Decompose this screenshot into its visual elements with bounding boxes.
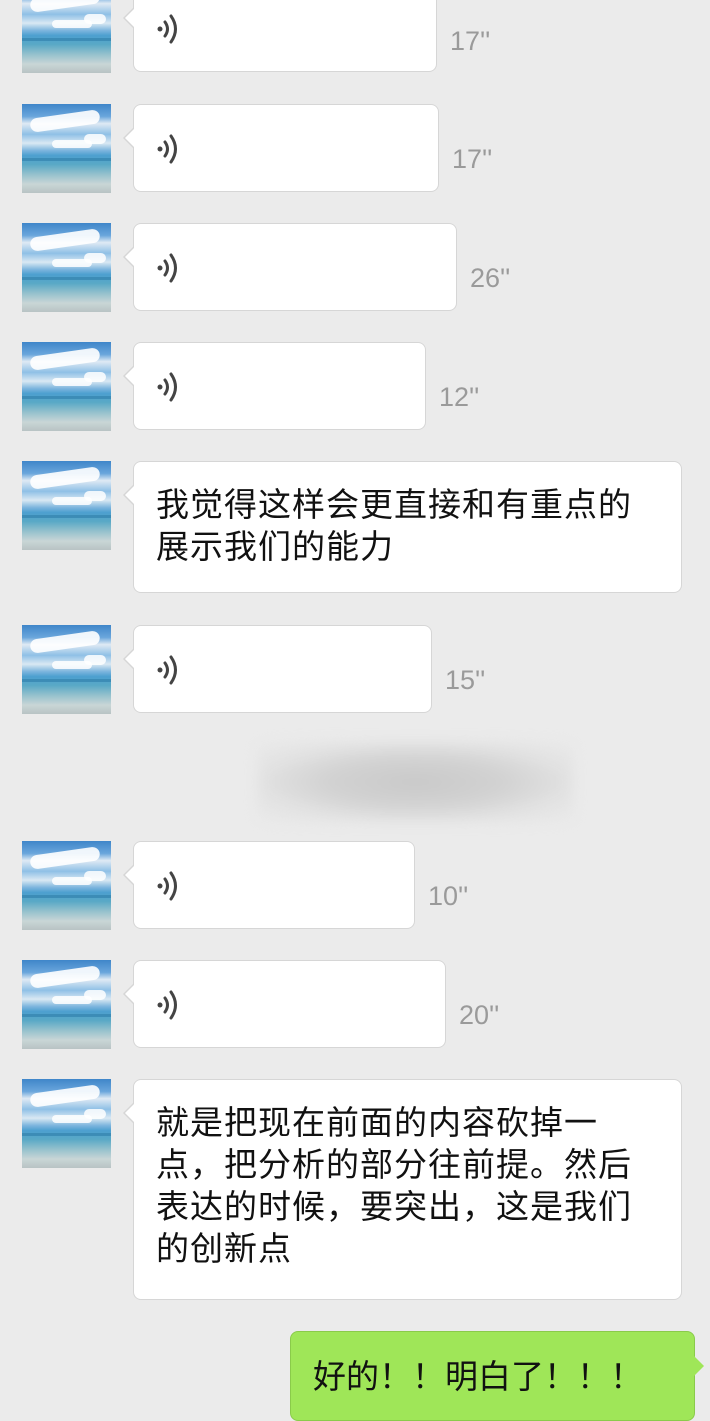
message-line: 我觉得这样会更直接和有重点的 [156, 485, 632, 524]
avatar[interactable] [22, 625, 111, 714]
voice-message-bubble[interactable] [123, 0, 437, 72]
voice-wave-icon [157, 372, 177, 402]
voice-wave-icon [157, 134, 177, 164]
message-line: 展示我们的能力 [156, 527, 394, 566]
voice-message-bubble[interactable] [123, 104, 439, 192]
avatar[interactable] [22, 0, 111, 73]
voice-duration: 15'' [445, 665, 486, 695]
avatar[interactable] [22, 104, 111, 193]
avatar[interactable] [22, 1079, 111, 1168]
voice-wave-icon [157, 14, 177, 44]
voice-wave-icon [157, 655, 177, 685]
voice-message-bubble[interactable] [123, 342, 426, 430]
redacted-blur [258, 742, 573, 822]
message-text: 我觉得这样会更直接和有重点的 展示我们的能力 [134, 462, 681, 568]
avatar[interactable] [22, 342, 111, 431]
avatar[interactable] [22, 461, 111, 550]
voice-duration: 12'' [439, 382, 480, 412]
text-message-bubble[interactable]: 就是把现在前面的内容砍掉一 点，把分析的部分往前提。然后 表达的时候，要突出，这… [123, 1079, 682, 1300]
message-line: 就是把现在前面的内容砍掉一 [156, 1103, 598, 1142]
voice-wave-icon [157, 871, 177, 901]
voice-message-bubble[interactable] [123, 223, 457, 311]
voice-duration: 26'' [470, 263, 511, 293]
voice-wave-icon [157, 253, 177, 283]
message-line: 点，把分析的部分往前提。然后 [156, 1145, 632, 1184]
message-text: 就是把现在前面的内容砍掉一 点，把分析的部分往前提。然后 表达的时候，要突出，这… [134, 1080, 681, 1270]
voice-message-bubble[interactable] [123, 841, 415, 929]
voice-duration: 17'' [452, 144, 493, 174]
voice-wave-icon [157, 990, 177, 1020]
message-line: 表达的时候，要突出，这是我们 [156, 1187, 632, 1226]
avatar[interactable] [22, 841, 111, 930]
message-line: 的创新点 [156, 1229, 292, 1268]
voice-duration: 17'' [450, 26, 491, 56]
text-message-bubble[interactable]: 我觉得这样会更直接和有重点的 展示我们的能力 [123, 461, 682, 593]
voice-message-bubble[interactable] [123, 960, 446, 1048]
voice-duration: 10'' [428, 881, 469, 911]
voice-message-bubble[interactable] [123, 625, 432, 713]
avatar[interactable] [22, 960, 111, 1049]
outgoing-message-text: 好的！！明白了！！！ [313, 1357, 643, 1396]
outgoing-message-bubble[interactable]: 好的！！明白了！！！ [290, 1331, 704, 1421]
voice-duration: 20'' [459, 1000, 500, 1030]
avatar[interactable] [22, 223, 111, 312]
